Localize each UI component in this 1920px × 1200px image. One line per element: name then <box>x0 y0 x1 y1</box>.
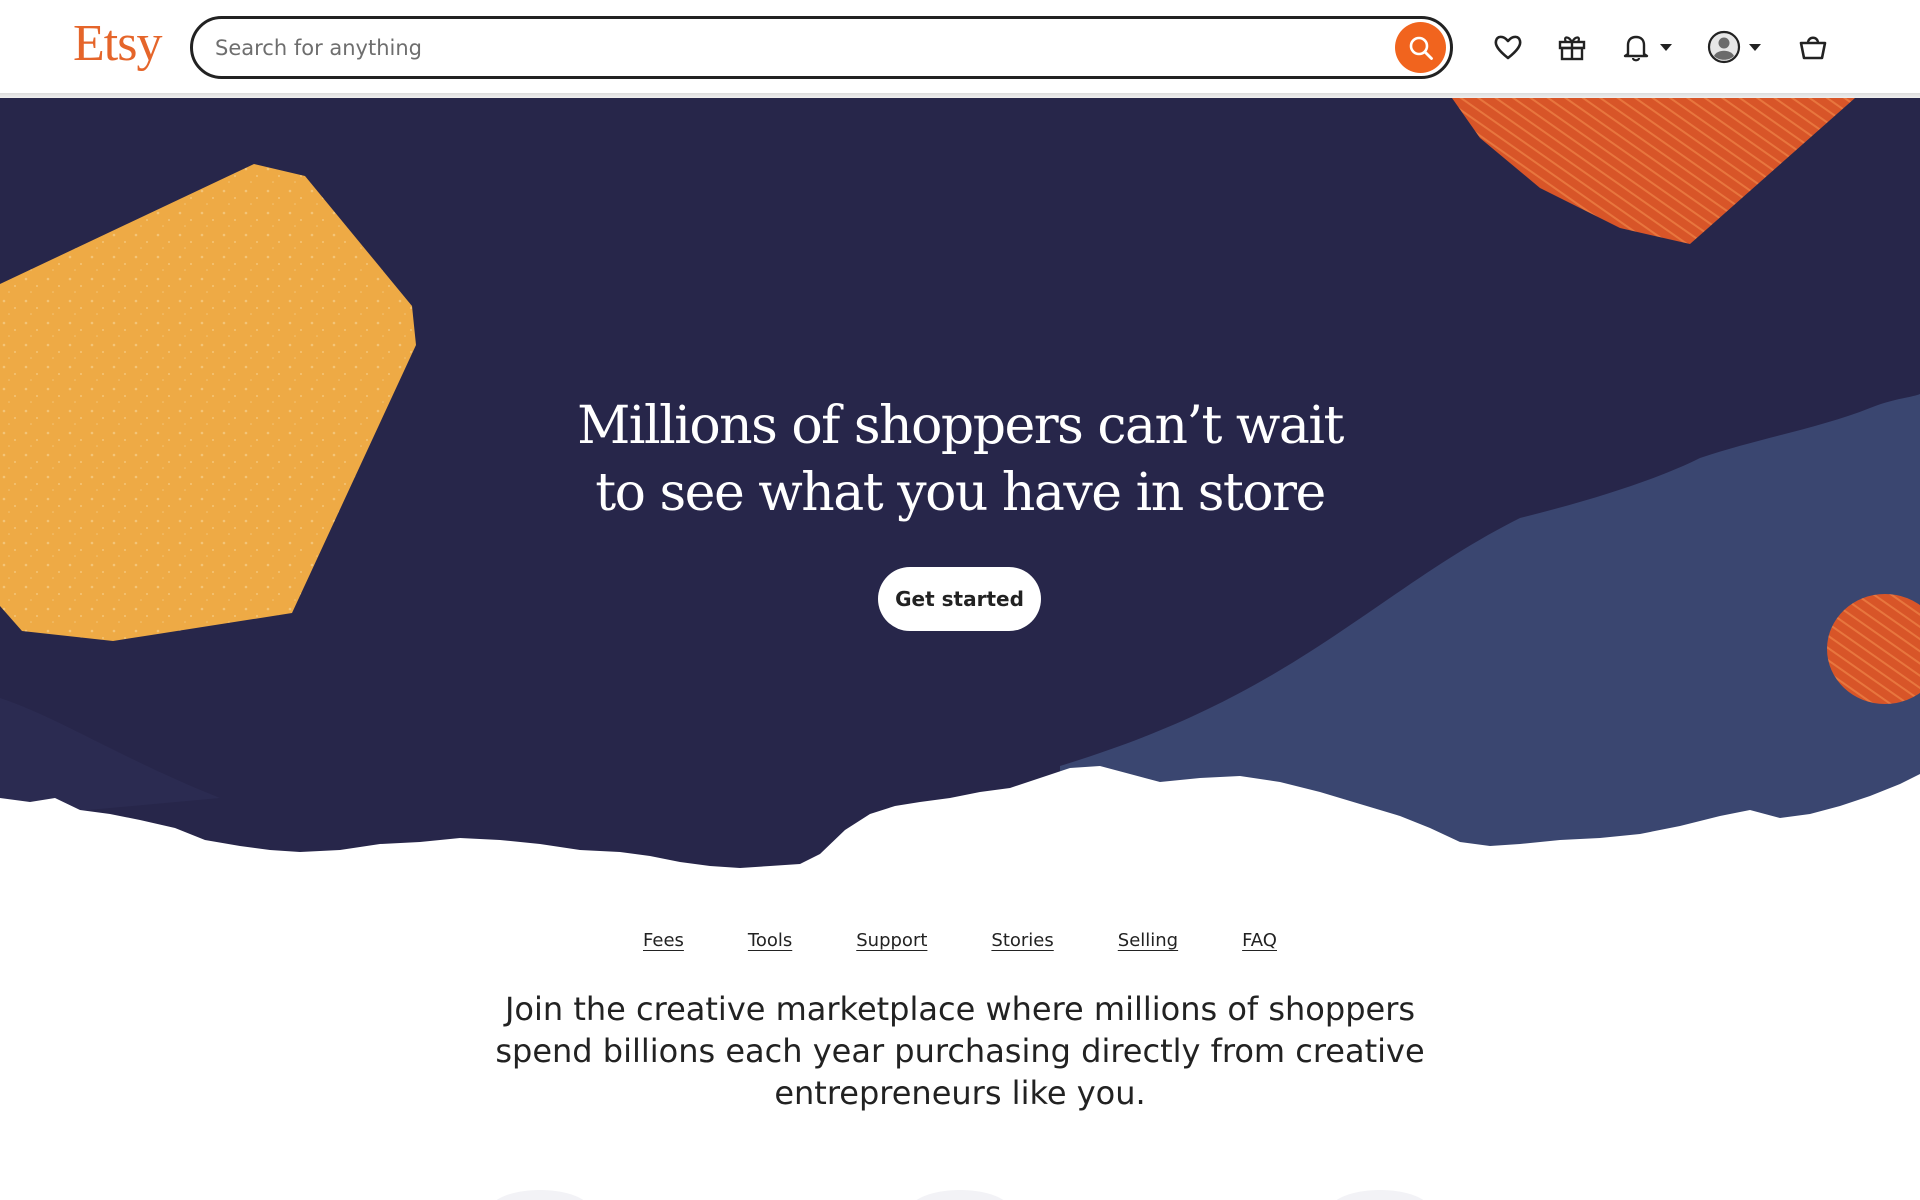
cart-button[interactable] <box>1797 25 1829 69</box>
seller-subnav: Fees Tools Support Stories Selling FAQ <box>0 930 1920 951</box>
subnav-link-selling[interactable]: Selling <box>1118 930 1178 951</box>
account-icon <box>1707 30 1741 64</box>
etsy-logo[interactable]: Etsy <box>73 14 162 73</box>
lead-line: spend billions each year purchasing dire… <box>495 1032 1425 1070</box>
subnav-link-fees[interactable]: Fees <box>643 930 684 951</box>
heart-icon <box>1494 35 1522 60</box>
chevron-down-icon <box>1749 43 1761 51</box>
chevron-down-icon <box>1660 43 1672 51</box>
subnav-link-tools[interactable]: Tools <box>748 930 792 951</box>
hero-heading: Millions of shoppers can’t wait to see w… <box>460 393 1460 527</box>
hero-heading-line: Millions of shoppers can’t wait <box>577 396 1344 456</box>
search-icon <box>1409 36 1433 60</box>
cart-icon <box>1799 36 1827 60</box>
search-bar <box>190 16 1453 79</box>
get-started-button[interactable]: Get started <box>878 567 1041 631</box>
subnav-link-stories[interactable]: Stories <box>991 930 1053 951</box>
search-button[interactable] <box>1395 22 1446 73</box>
decorative-circle <box>1330 1190 1430 1200</box>
account-button[interactable] <box>1707 25 1761 69</box>
lead-line: entrepreneurs like you. <box>774 1074 1146 1112</box>
gift-button[interactable] <box>1556 25 1588 69</box>
lead-line: Join the creative marketplace where mill… <box>504 990 1416 1028</box>
search-input[interactable] <box>215 32 1345 64</box>
decorative-circle <box>490 1190 590 1200</box>
bell-icon <box>1623 35 1649 62</box>
notifications-button[interactable] <box>1620 25 1672 69</box>
favorites-button[interactable] <box>1492 25 1524 69</box>
hero-banner: Millions of shoppers can’t wait to see w… <box>0 98 1920 888</box>
subnav-link-faq[interactable]: FAQ <box>1242 930 1277 951</box>
top-header: Etsy <box>0 0 1920 93</box>
subnav-link-support[interactable]: Support <box>856 930 927 951</box>
hero-heading-line: to see what you have in store <box>595 463 1326 523</box>
decorative-circle <box>910 1190 1010 1200</box>
gift-icon <box>1558 36 1586 61</box>
lead-paragraph: Join the creative marketplace where mill… <box>460 988 1460 1114</box>
